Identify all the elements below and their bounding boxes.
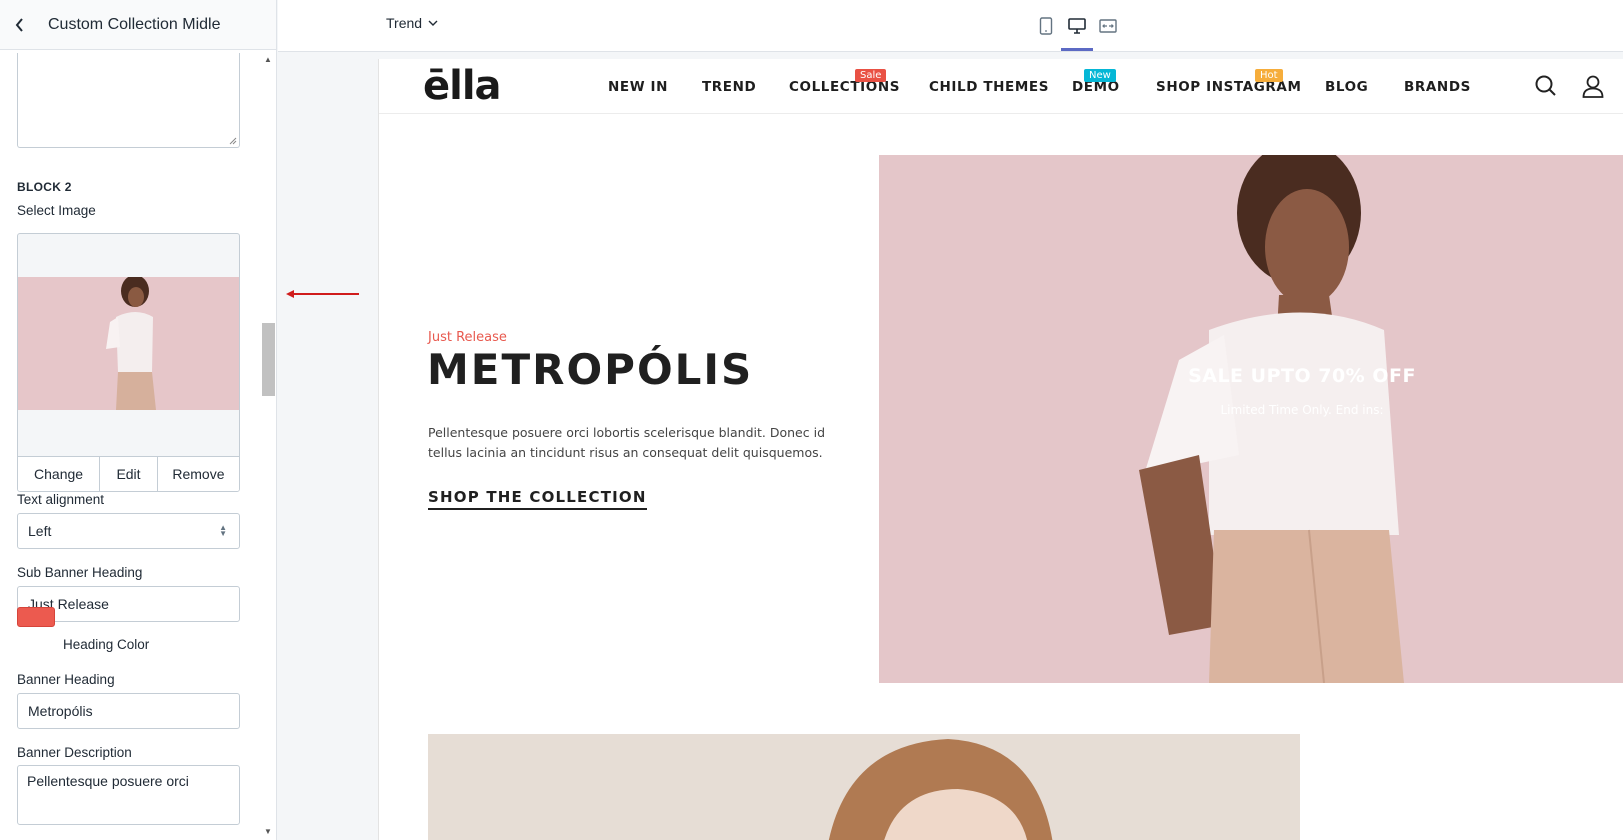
active-device-indicator: [1061, 48, 1093, 51]
sidebar-scrollbar[interactable]: ▲ ▼: [260, 51, 276, 840]
site-header: ēlla NEW IN TREND COLLECTIONS Sale CHILD…: [379, 59, 1623, 114]
text-alignment-label: Text alignment: [17, 492, 105, 507]
nav-item-blog[interactable]: BLOG: [1325, 79, 1368, 95]
chevron-down-icon: [428, 20, 438, 26]
hero-image[interactable]: SALE UPTO 70% OFF Limited Time Only. End…: [879, 155, 1623, 683]
hero-description: Pellentesque posuere orci lobortis scele…: [428, 425, 826, 460]
block-title: BLOCK 2: [17, 180, 72, 194]
resize-grip-icon[interactable]: [229, 137, 237, 145]
search-icon[interactable]: [1533, 73, 1559, 99]
image-actions: Change Edit Remove: [18, 456, 239, 491]
nav-item-demo[interactable]: DEMO New: [1072, 69, 1120, 95]
nav-item-shop-instagram[interactable]: SHOP INSTAGRAM Hot: [1156, 69, 1302, 95]
heading-color-swatch[interactable]: [17, 607, 55, 627]
second-banner-image[interactable]: [428, 734, 1300, 840]
banner-heading-label: Banner Heading: [17, 672, 115, 687]
remove-image-button[interactable]: Remove: [158, 457, 239, 491]
banner-description-value: Pellentesque posuere orci: [27, 773, 189, 789]
text-alignment-value: Left: [28, 523, 52, 539]
arrow-left-icon: [286, 290, 359, 298]
model-thumbnail-icon: [18, 277, 239, 410]
chevron-left-icon: [15, 17, 23, 32]
fullscreen-icon: [1099, 19, 1117, 33]
edit-image-button[interactable]: Edit: [100, 457, 158, 491]
sale-title: SALE UPTO 70% OFF: [1188, 365, 1416, 387]
nav-item-child-themes[interactable]: CHILD THEMES: [929, 79, 1049, 95]
editor-topbar: Trend: [278, 0, 1623, 52]
model-photo-2-icon: [428, 734, 1300, 840]
nav-item-trend[interactable]: TREND: [702, 79, 756, 95]
sale-badge: Sale: [855, 69, 887, 82]
template-select[interactable]: Trend: [386, 15, 438, 31]
shop-collection-link[interactable]: SHOP THE COLLECTION: [428, 488, 647, 510]
select-arrows-icon: ▲ ▼: [219, 523, 227, 538]
select-image-label: Select Image: [17, 203, 96, 218]
back-button[interactable]: [0, 0, 40, 50]
new-badge: New: [1084, 69, 1116, 82]
previous-textarea[interactable]: [17, 53, 240, 148]
scroll-up-icon[interactable]: ▲: [264, 55, 272, 64]
text-alignment-select[interactable]: Left ▲ ▼: [17, 513, 240, 549]
image-picker[interactable]: Change Edit Remove: [17, 233, 240, 492]
fullscreen-view-button[interactable]: [1096, 14, 1120, 38]
banner-heading-input[interactable]: Metropólis: [17, 693, 240, 729]
sub-banner-heading-label: Sub Banner Heading: [17, 565, 143, 580]
settings-sidebar: Custom Collection Midle BLOCK 2 Select I…: [0, 0, 277, 840]
desktop-view-button[interactable]: [1065, 14, 1089, 38]
store-preview: ēlla NEW IN TREND COLLECTIONS Sale CHILD…: [378, 59, 1623, 840]
site-logo[interactable]: ēlla: [423, 63, 502, 109]
nav-item-collections[interactable]: COLLECTIONS Sale: [789, 69, 900, 95]
sidebar-header: Custom Collection Midle: [0, 0, 276, 50]
image-thumbnail: [18, 277, 239, 410]
banner-description-textarea[interactable]: Pellentesque posuere orci: [17, 765, 240, 825]
desktop-icon: [1068, 18, 1086, 34]
user-icon[interactable]: [1580, 73, 1606, 99]
template-name: Trend: [386, 15, 423, 31]
scroll-down-icon[interactable]: ▼: [264, 827, 272, 836]
sidebar-scroll-area: BLOCK 2 Select Image Change Edit Remove …: [0, 51, 260, 840]
nav-item-new-in[interactable]: NEW IN: [608, 79, 668, 95]
change-image-button[interactable]: Change: [18, 457, 101, 491]
banner-heading-value: Metropólis: [28, 703, 93, 719]
hero-sub-heading: Just Release: [428, 330, 507, 345]
model-photo-icon: [879, 155, 1623, 683]
nav-item-brands[interactable]: BRANDS: [1404, 79, 1471, 95]
sidebar-title: Custom Collection Midle: [48, 15, 221, 33]
mobile-icon: [1039, 17, 1053, 35]
scrollbar-thumb[interactable]: [262, 323, 275, 396]
sale-subtitle: Limited Time Only. End ins:: [1220, 403, 1384, 417]
heading-color-label: Heading Color: [63, 637, 150, 652]
hot-badge: Hot: [1255, 69, 1283, 82]
mobile-view-button[interactable]: [1034, 14, 1058, 38]
hero-heading: METROPÓLIS: [427, 345, 754, 394]
banner-description-label: Banner Description: [17, 745, 132, 760]
